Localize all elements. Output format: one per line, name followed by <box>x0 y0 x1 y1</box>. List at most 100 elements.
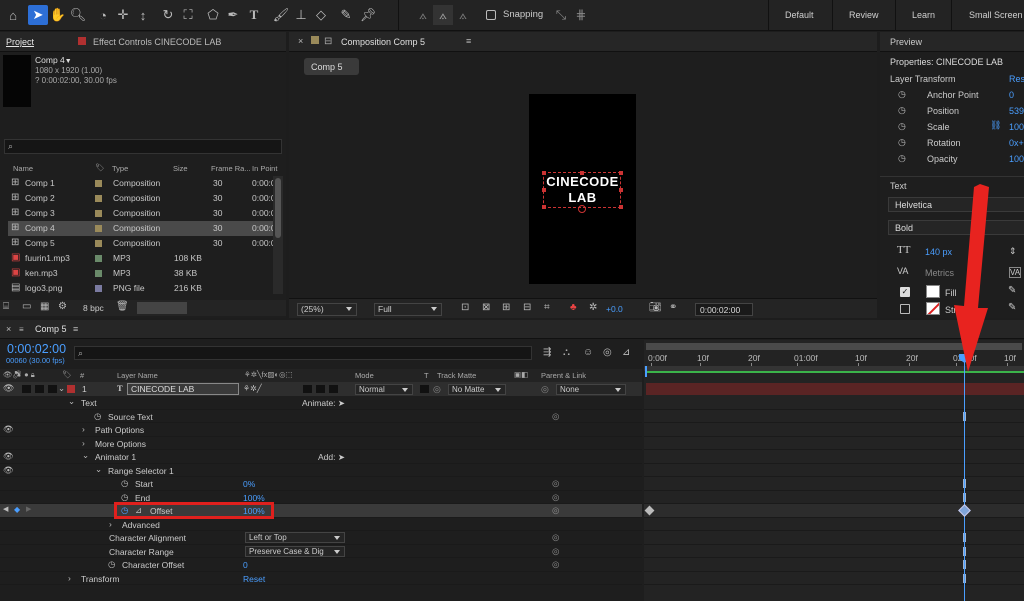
mask-visibility-icon[interactable]: ⊞ <box>502 302 510 313</box>
keyframe-toggle-icon[interactable]: ◆ <box>14 505 20 514</box>
property-row[interactable]: ⌄ Text Animate: ➤ <box>0 396 642 410</box>
pan-behind-icon[interactable]: ⛶ <box>178 5 198 25</box>
safe-margins-icon[interactable]: ⊡ <box>461 302 469 313</box>
previous-keyframe-icon[interactable]: ◀ <box>3 505 8 513</box>
stroke-checkbox[interactable] <box>900 304 910 314</box>
label-tag-icon[interactable]: 🏷︎ <box>95 163 105 172</box>
property-row[interactable]: ◷ Start 0% ◎ <box>0 477 642 491</box>
pan-camera-icon[interactable]: ✛ <box>113 5 133 25</box>
grid-icon[interactable]: ⌗ <box>544 302 550 313</box>
property-row[interactable]: › More Options <box>0 437 642 450</box>
visibility-eye-icon[interactable]: 👁︎ <box>3 451 14 462</box>
selection-tool-icon[interactable]: ➤ <box>28 5 48 25</box>
eraser-tool-icon[interactable]: ◇ <box>311 5 331 25</box>
panel-menu-icon[interactable]: ≡ <box>466 36 471 46</box>
hand-tool-icon[interactable]: ✋ <box>48 5 68 25</box>
keyframe-track[interactable] <box>644 477 1024 491</box>
layer-name-field[interactable]: CINECODE LAB <box>127 383 239 395</box>
stopwatch-icon[interactable]: ◷ <box>898 137 906 148</box>
property-value[interactable]: 0 <box>243 560 248 570</box>
rotate-tool-icon[interactable]: ↻ <box>158 5 178 25</box>
expression-pickwhip-icon[interactable]: ◎ <box>552 559 559 570</box>
comp-flowchart-icon[interactable]: ⇶ <box>543 347 551 358</box>
chevron-right-icon[interactable]: › <box>68 573 71 583</box>
stopwatch-icon[interactable]: ◷ <box>898 153 906 164</box>
property-dropdown[interactable]: Preserve Case & Dig <box>245 545 345 557</box>
expression-pickwhip-icon[interactable]: ◎ <box>552 492 559 503</box>
dolly-camera-icon[interactable]: ↕ <box>133 5 153 25</box>
label-color[interactable] <box>95 270 102 277</box>
chevron-down-icon[interactable]: ⌄ <box>95 464 102 475</box>
transform-value[interactable]: 100 <box>1009 154 1024 164</box>
property-row[interactable]: 👁︎ ⌄ Animator 1 Add: ➤ <box>0 450 642 464</box>
orbit-camera-icon[interactable]: ◔ <box>93 5 113 25</box>
property-row[interactable]: ◷ Source Text ◎ <box>0 410 642 423</box>
blend-mode-dropdown[interactable]: Normal <box>355 384 413 395</box>
project-settings-icon[interactable]: ⚙ <box>58 301 67 312</box>
label-color[interactable] <box>95 210 102 217</box>
expression-pickwhip-icon[interactable]: ◎ <box>552 546 559 557</box>
interpret-footage-icon[interactable]: ⌸ <box>3 301 9 312</box>
motion-blur-icon[interactable]: ◎ <box>603 347 612 358</box>
puppet-pin-icon[interactable]: 📌︎ <box>358 5 378 25</box>
home-icon[interactable]: ⌂ <box>3 5 23 25</box>
fill-checkbox[interactable]: ✓ <box>900 287 910 297</box>
current-time-field[interactable]: 0:00:02:00 <box>695 303 753 316</box>
col-frame-rate[interactable]: Frame Ra... <box>211 164 251 173</box>
add-menu[interactable]: Add: ➤ <box>318 452 345 463</box>
snap-grid-icon[interactable]: ⋕ <box>571 5 591 25</box>
spiral-icon[interactable]: ◎ <box>433 384 441 395</box>
col-parent[interactable]: Parent & Link <box>541 371 586 380</box>
shy-icon[interactable]: ☺ <box>583 347 593 358</box>
layer-label-color[interactable] <box>67 385 75 393</box>
shape-tool-icon[interactable]: ⬠ <box>203 5 223 25</box>
fill-color-swatch[interactable] <box>926 285 940 298</box>
project-item[interactable]: ⊞ Comp 5 Composition 30 0:00:0 <box>8 236 276 251</box>
col-track-matte[interactable]: Track Matte <box>437 371 476 380</box>
region-of-interest-icon[interactable]: ⊟ <box>523 302 531 313</box>
transparency-grid-icon[interactable]: ⊠ <box>482 302 490 313</box>
property-row[interactable]: 👁︎ ⌄ Range Selector 1 <box>0 464 642 477</box>
project-item[interactable]: ▣ fuurin1.mp3 MP3 108 KB <box>8 251 276 266</box>
keyframe-track[interactable] <box>644 545 1024 558</box>
stopwatch-icon[interactable]: ◷ <box>94 411 101 422</box>
workspace-default[interactable]: Default <box>785 10 814 20</box>
font-size-value[interactable]: 140 px <box>925 247 952 257</box>
zoom-dropdown[interactable]: (25%) <box>297 303 357 316</box>
col-type[interactable]: Type <box>112 164 128 173</box>
keyframe-track[interactable] <box>644 558 1024 572</box>
stroke-color-swatch[interactable] <box>926 302 940 315</box>
project-tab[interactable]: Project <box>6 37 34 47</box>
label-color[interactable] <box>95 285 102 292</box>
switch-box[interactable] <box>316 385 325 393</box>
local-axis-icon[interactable]: ⟑ <box>413 5 433 25</box>
col-mode[interactable]: Mode <box>355 371 374 380</box>
col-t[interactable]: T <box>424 371 429 380</box>
keyframe-track[interactable] <box>644 410 1024 423</box>
resolution-dropdown[interactable]: Full <box>374 303 442 316</box>
workspace-learn[interactable]: Learn <box>912 10 935 20</box>
project-item[interactable]: ⊞ Comp 3 Composition 30 0:00:0 <box>8 206 276 221</box>
transform-reset-link[interactable]: Res <box>1009 74 1024 84</box>
pick-whip-icon[interactable]: ◎ <box>541 384 549 395</box>
chevron-right-icon[interactable]: › <box>109 519 112 529</box>
stopwatch-icon[interactable]: ◷ <box>121 478 128 489</box>
property-dropdown[interactable]: Left or Top <box>245 532 345 543</box>
bit-depth-label[interactable]: 8 bpc <box>83 303 104 313</box>
keyframe-track[interactable] <box>644 518 1024 531</box>
keyframe-track[interactable] <box>644 464 1024 477</box>
show-snapshot-icon[interactable]: ⚭ <box>669 302 677 313</box>
col-in-point[interactable]: In Point <box>252 164 277 173</box>
property-row[interactable]: › Transform Reset <box>0 572 642 585</box>
property-value[interactable]: 0% <box>243 479 255 489</box>
transform-value[interactable]: 100 <box>1009 122 1024 132</box>
project-item[interactable]: ⊞ Comp 2 Composition 30 0:00:0 <box>8 191 276 206</box>
chevron-down-icon[interactable]: ⌄ <box>68 396 75 407</box>
scrollbar-thumb[interactable] <box>275 178 281 238</box>
expression-pickwhip-icon[interactable]: ◎ <box>552 478 559 489</box>
label-color[interactable] <box>95 195 102 202</box>
timeline-search-input[interactable]: ⌕ <box>74 346 532 360</box>
layer-row[interactable]: 👁︎ ⌄ 1 T CINECODE LAB ⚘✲╱ Normal ◎ No Ma… <box>0 382 642 396</box>
roto-brush-icon[interactable]: ✎ <box>336 5 356 25</box>
comp-viewer-canvas[interactable]: CINECODE LAB <box>529 94 636 284</box>
